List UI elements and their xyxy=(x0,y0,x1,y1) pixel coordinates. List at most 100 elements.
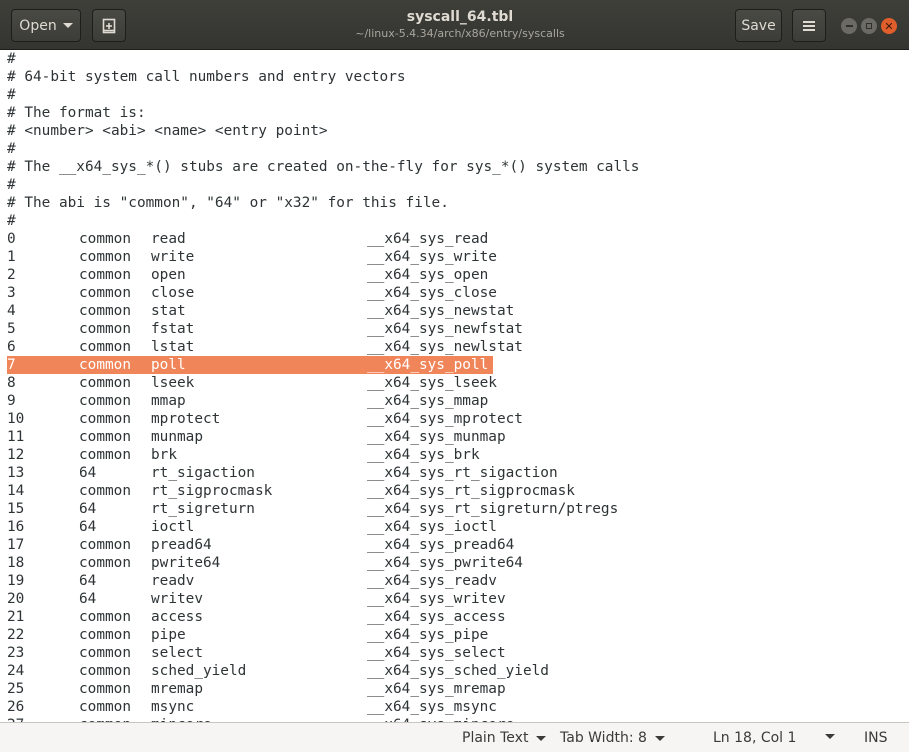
close-button[interactable]: ✕ xyxy=(881,18,897,34)
language-label: Plain Text xyxy=(462,730,529,746)
syscall-name: munmap xyxy=(151,429,203,445)
syscall-abi: common xyxy=(79,483,131,499)
syscall-number: 1 xyxy=(7,249,16,265)
maximize-icon xyxy=(866,23,872,29)
syscall-number: 15 xyxy=(7,501,25,517)
syscall-number: 10 xyxy=(7,411,25,427)
syscall-name: lseek xyxy=(151,375,195,391)
syscall-entry-point: __x64_sys_rt_sigprocmask xyxy=(367,483,575,499)
syscall-number: 21 xyxy=(7,609,25,625)
syscall-entry-point: __x64_sys_newstat xyxy=(367,303,515,319)
syscall-entry-point: __x64_sys_pread64 xyxy=(367,537,515,553)
text-editor-window: Open syscall_64.tbl ~/linux-5.4.34/arch/… xyxy=(0,0,909,752)
syscall-number: 4 xyxy=(7,303,16,319)
syscall-entry-point: __x64_sys_newfstat xyxy=(367,321,523,337)
syscall-abi: common xyxy=(79,303,131,319)
syscall-entry-point: __x64_sys_brk xyxy=(367,447,480,463)
syscall-entry-point: __x64_sys_mremap xyxy=(367,681,506,697)
syscall-number: 25 xyxy=(7,681,25,697)
syscall-name: mprotect xyxy=(151,411,221,427)
hamburger-menu-icon xyxy=(803,20,815,31)
tab-width-selector[interactable]: Tab Width: 8 xyxy=(560,728,665,748)
syscall-abi: common xyxy=(79,681,131,697)
syscall-entry-point: __x64_sys_mmap xyxy=(367,393,489,409)
syscall-number: 6 xyxy=(7,339,16,355)
syscall-entry-point: __x64_sys_pwrite64 xyxy=(367,555,523,571)
syscall-entry-point: __x64_sys_ioctl xyxy=(367,519,497,535)
syscall-entry-point: __x64_sys_read xyxy=(367,231,489,247)
chevron-down-icon xyxy=(62,23,73,28)
menu-button[interactable] xyxy=(792,9,826,42)
syscall-name: access xyxy=(151,609,203,625)
syscall-abi: common xyxy=(79,339,131,355)
syscall-abi: common xyxy=(79,447,131,463)
syscall-number: 22 xyxy=(7,627,25,643)
close-icon: ✕ xyxy=(884,19,894,33)
syscall-name: open xyxy=(151,267,186,283)
syscall-name: close xyxy=(151,285,195,301)
syscall-entry-point: __x64_sys_access xyxy=(367,609,506,625)
minimize-icon xyxy=(845,25,853,27)
open-button-label: Open xyxy=(19,17,57,34)
syscall-number: 3 xyxy=(7,285,16,301)
syscall-entry-point: __x64_sys_rt_sigreturn/ptregs xyxy=(367,501,619,517)
syscall-name: lstat xyxy=(151,339,195,355)
status-bar: Plain Text Tab Width: 8 Ln 18, Col 1 INS xyxy=(0,722,909,752)
syscall-number: 13 xyxy=(7,465,25,481)
header-bar: Open syscall_64.tbl ~/linux-5.4.34/arch/… xyxy=(0,0,909,50)
syscall-number: 5 xyxy=(7,321,16,337)
syscall-name: pwrite64 xyxy=(151,555,221,571)
minimize-button[interactable] xyxy=(841,18,857,34)
comment-line: # The format is: xyxy=(7,105,146,121)
syscall-number: 23 xyxy=(7,645,25,661)
syscall-entry-point: __x64_sys_write xyxy=(367,249,497,265)
comment-line: # xyxy=(7,141,16,157)
syscall-entry-point: __x64_sys_select xyxy=(367,645,506,661)
syscall-entry-point: __x64_sys_msync xyxy=(367,699,497,715)
syscall-entry-point: __x64_sys_writev xyxy=(367,591,506,607)
syscall-number: 9 xyxy=(7,393,16,409)
syscall-name: pipe xyxy=(151,627,186,643)
syscall-name: select xyxy=(151,645,203,661)
syscall-abi: common xyxy=(79,537,131,553)
tab-width-label: Tab Width: 8 xyxy=(560,730,647,746)
text-editor-area[interactable]: # # 64-bit system call numbers and entry… xyxy=(0,50,909,722)
syscall-name: mmap xyxy=(151,393,186,409)
cursor-position[interactable]: Ln 18, Col 1 xyxy=(713,728,796,748)
syscall-number: 12 xyxy=(7,447,25,463)
syscall-number: 14 xyxy=(7,483,25,499)
syscall-abi: common xyxy=(79,321,131,337)
new-document-icon xyxy=(102,18,116,33)
syscall-name: readv xyxy=(151,573,195,589)
syscall-abi: common xyxy=(79,267,131,283)
open-button[interactable]: Open xyxy=(11,9,81,42)
window-subtitle: ~/linux-5.4.34/arch/x86/entry/syscalls xyxy=(355,27,565,40)
comment-line: # xyxy=(7,51,16,67)
save-button[interactable]: Save xyxy=(735,9,782,42)
syscall-name: fstat xyxy=(151,321,195,337)
new-tab-button[interactable] xyxy=(92,9,126,42)
syscall-number: 7 xyxy=(7,357,16,373)
language-selector[interactable]: Plain Text xyxy=(462,728,547,748)
maximize-button[interactable] xyxy=(861,18,877,34)
syscall-abi: 64 xyxy=(79,591,97,607)
syscall-number: 2 xyxy=(7,267,16,283)
cursor-position-dropdown[interactable] xyxy=(825,734,835,739)
cursor-position-label: Ln 18, Col 1 xyxy=(713,730,797,746)
syscall-abi: common xyxy=(79,609,131,625)
title-area: syscall_64.tbl ~/linux-5.4.34/arch/x86/e… xyxy=(250,8,670,41)
syscall-abi: common xyxy=(79,645,131,661)
syscall-abi: common xyxy=(79,375,131,391)
comment-line: # The __x64_sys_*() stubs are created on… xyxy=(7,159,640,175)
syscall-abi: common xyxy=(79,429,131,445)
syscall-number: 20 xyxy=(7,591,25,607)
syscall-name: rt_sigaction xyxy=(151,465,255,481)
chevron-down-icon xyxy=(825,734,835,739)
window-title: syscall_64.tbl xyxy=(406,9,514,25)
syscall-entry-point: __x64_sys_munmap xyxy=(367,429,506,445)
syscall-abi: common xyxy=(79,285,131,301)
insert-mode-indicator[interactable]: INS xyxy=(864,728,888,748)
syscall-entry-point: __x64_sys_rt_sigaction xyxy=(367,465,558,481)
syscall-entry-point: __x64_sys_pipe xyxy=(367,627,489,643)
syscall-abi: common xyxy=(79,357,131,373)
